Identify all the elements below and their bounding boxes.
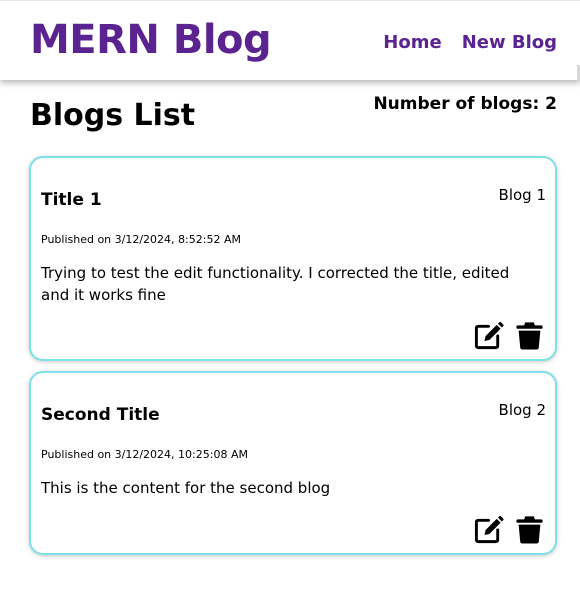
- nav-link-home[interactable]: Home: [383, 31, 441, 55]
- edit-icon[interactable]: [473, 320, 504, 351]
- edit-icon[interactable]: [473, 514, 504, 545]
- nav-link-new-blog[interactable]: New Blog: [462, 31, 557, 55]
- trash-icon[interactable]: [514, 514, 545, 545]
- page-title: Blogs List: [30, 98, 196, 133]
- blog-actions: [473, 514, 545, 545]
- blog-count: Number of blogs: 2: [373, 94, 557, 114]
- blog-content: This is the content for the second blog: [41, 479, 331, 497]
- blog-actions: [473, 320, 545, 351]
- blog-content: Trying to test the edit functionality. I…: [41, 264, 510, 304]
- blog-published-date: Published on 3/12/2024, 8:52:52 AM: [41, 233, 241, 246]
- blog-number: Blog 2: [498, 401, 546, 419]
- blog-card: Title 1 Blog 1 Published on 3/12/2024, 8…: [29, 156, 557, 361]
- brand-logo-link[interactable]: MERN Blog: [30, 15, 272, 65]
- blog-title: Title 1: [41, 190, 102, 210]
- blog-published-date: Published on 3/12/2024, 10:25:08 AM: [41, 448, 248, 461]
- blog-number: Blog 1: [498, 186, 546, 204]
- blog-title: Second Title: [41, 405, 160, 425]
- trash-icon[interactable]: [514, 320, 545, 351]
- nav-links: Home New Blog: [383, 31, 557, 55]
- navbar: MERN Blog Home New Blog: [0, 0, 580, 81]
- blog-card: Second Title Blog 2 Published on 3/12/20…: [29, 371, 557, 555]
